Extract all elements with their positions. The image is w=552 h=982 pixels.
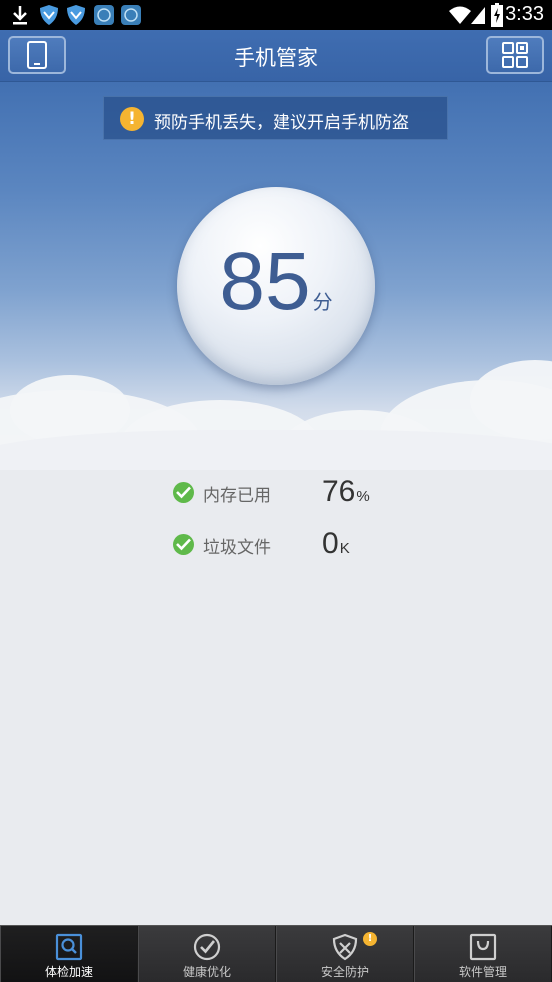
score-value: 85 bbox=[219, 236, 311, 327]
junk-files-stat-row: 垃圾文件 0K bbox=[173, 527, 393, 563]
tab-checkup-speedup[interactable]: 体检加速 bbox=[0, 926, 138, 982]
title-bar: 手机管家 bbox=[0, 30, 552, 82]
anti-theft-warning-banner[interactable]: ! 预防手机丢失，建议开启手机防盗 bbox=[103, 96, 448, 140]
grid-icon bbox=[502, 42, 528, 68]
junk-files-label: 垃圾文件 bbox=[203, 538, 271, 558]
signal-icon bbox=[471, 7, 485, 24]
junk-files-value: 0K bbox=[322, 527, 350, 560]
tab-label: 软件管理 bbox=[458, 965, 507, 979]
warning-icon: ! bbox=[120, 107, 144, 131]
memory-label: 内存已用 bbox=[203, 486, 271, 506]
memory-value: 76% bbox=[322, 475, 370, 508]
alert-badge: ! bbox=[363, 932, 377, 946]
download-icon bbox=[13, 6, 27, 25]
check-circle-icon bbox=[193, 933, 221, 961]
status-bar: 3:33 bbox=[0, 0, 552, 30]
app-icon bbox=[121, 5, 141, 25]
app-icon bbox=[94, 5, 114, 25]
search-icon bbox=[55, 933, 83, 961]
tab-security-protection[interactable]: ! 安全防护 bbox=[276, 926, 414, 982]
shield-x-icon bbox=[332, 933, 358, 961]
wifi-icon bbox=[449, 6, 471, 24]
menu-grid-button[interactable] bbox=[486, 36, 544, 74]
battery-icon bbox=[491, 3, 503, 27]
memory-stat-row: 内存已用 76% bbox=[173, 475, 393, 511]
tab-label: 健康优化 bbox=[182, 965, 231, 979]
score-display: 85 分 bbox=[177, 237, 375, 348]
shield-icon bbox=[67, 5, 85, 25]
clock: 3:33 bbox=[505, 3, 544, 25]
check-icon bbox=[173, 534, 194, 555]
banner-text: 预防手机丢失，建议开启手机防盗 bbox=[154, 113, 409, 133]
score-unit: 分 bbox=[312, 292, 333, 314]
score-bubble[interactable]: 85 分 bbox=[177, 187, 375, 385]
tab-label: 安全防护 bbox=[320, 965, 369, 979]
shield-icon bbox=[40, 5, 58, 25]
tab-label: 体检加速 bbox=[44, 965, 93, 979]
tab-health-optimize[interactable]: 健康优化 bbox=[138, 926, 276, 982]
bag-icon bbox=[469, 933, 497, 961]
check-icon bbox=[173, 482, 194, 503]
bottom-nav: 体检加速 健康优化 ! 安全防护 软件管理 bbox=[0, 925, 552, 982]
tab-software-manage[interactable]: 软件管理 bbox=[414, 926, 552, 982]
page-title: 手机管家 bbox=[234, 46, 318, 70]
